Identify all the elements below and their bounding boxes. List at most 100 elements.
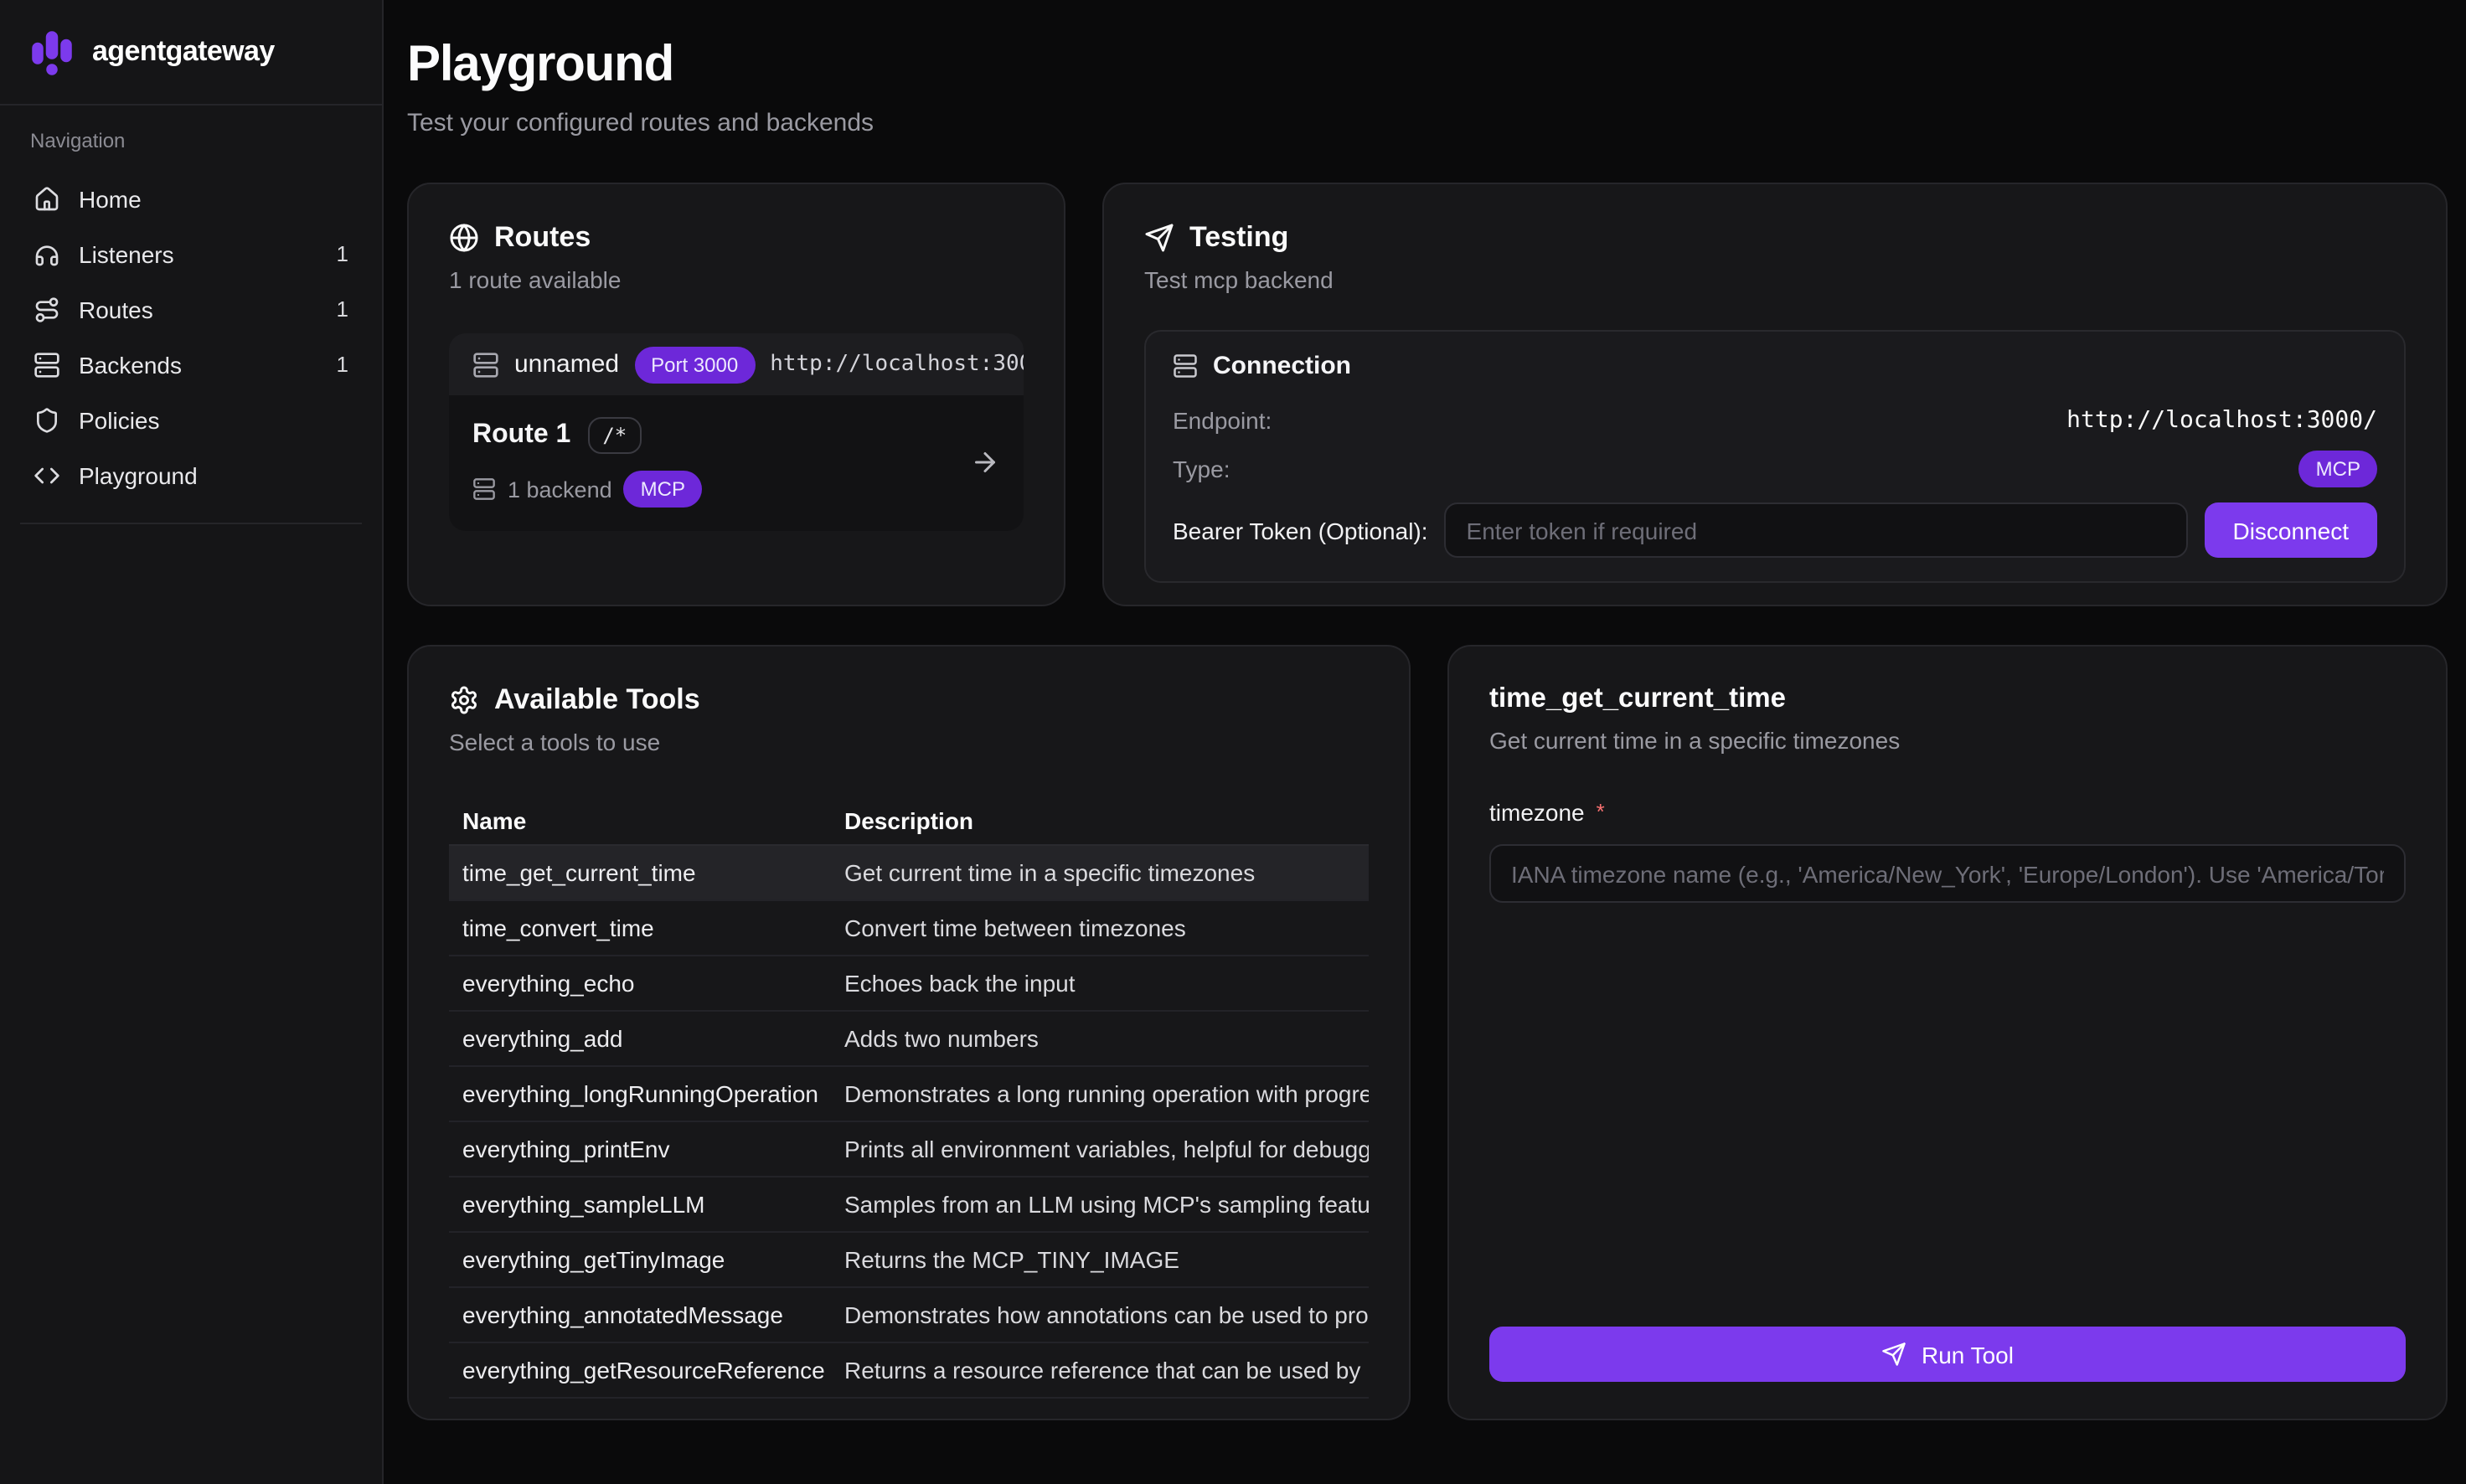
sidebar-item-label: Home <box>79 185 142 212</box>
gear-icon <box>449 685 479 715</box>
sidebar-item-playground[interactable]: Playground <box>20 447 362 502</box>
tools-card-subtitle: Select a tools to use <box>449 729 1369 755</box>
sidebar-item-policies[interactable]: Policies <box>20 392 362 447</box>
headphones-icon <box>34 240 60 267</box>
shield-icon <box>34 406 60 433</box>
main-content: Playground Test your configured routes a… <box>384 0 2466 1484</box>
tool-name-cell: everything_printEnv <box>449 1136 831 1162</box>
tool-desc-cell: Adds two numbers <box>831 1025 1369 1052</box>
route-icon <box>34 296 60 322</box>
sidebar-item-home[interactable]: Home <box>20 171 362 226</box>
brand[interactable]: agentgateway <box>0 0 382 106</box>
connection-title: Connection <box>1213 352 1351 380</box>
server-icon <box>472 351 499 378</box>
route-name: Route 1 <box>472 420 570 451</box>
tools-table: Name Description time_get_current_time G… <box>449 797 1369 1399</box>
routes-card-title: Routes <box>494 221 591 255</box>
sidebar-item-backends[interactable]: Backends 1 <box>20 337 362 392</box>
tools-card: Available Tools Select a tools to use Na… <box>407 645 1411 1420</box>
sidebar-divider <box>20 523 362 524</box>
arrow-right-icon <box>970 447 1000 477</box>
tool-row[interactable]: everything_annotatedMessage Demonstrates… <box>449 1288 1369 1343</box>
column-header-description: Description <box>831 807 1369 834</box>
send-icon <box>1881 1342 1906 1367</box>
endpoint-value: http://localhost:3000/ <box>2066 406 2377 433</box>
tool-row[interactable]: everything_longRunningOperation Demonstr… <box>449 1067 1369 1122</box>
tool-row[interactable]: time_get_current_time Get current time i… <box>449 846 1369 901</box>
sidebar-item-count: 1 <box>337 352 348 377</box>
tool-name-cell: time_get_current_time <box>449 859 831 886</box>
server-icon <box>1173 353 1198 379</box>
tool-name-cell: everything_add <box>449 1025 831 1052</box>
tool-desc-cell: Returns the MCP_TINY_IMAGE <box>831 1246 1369 1273</box>
tool-runner-subtitle: Get current time in a specific timezones <box>1489 727 2406 754</box>
tools-table-header: Name Description <box>449 797 1369 846</box>
bearer-token-label: Bearer Token (Optional): <box>1173 517 1428 544</box>
required-marker: * <box>1597 801 1605 822</box>
tool-name-cell: everything_getTinyImage <box>449 1246 831 1273</box>
app-root: agentgateway Navigation Home Listeners 1 <box>0 0 2466 1484</box>
tool-desc-cell: Prints all environment variables, helpfu… <box>831 1136 1369 1162</box>
sidebar-item-label: Routes <box>79 296 153 322</box>
agentgateway-logo-icon <box>27 27 77 77</box>
tool-desc-cell: Echoes back the input <box>831 970 1369 997</box>
send-icon <box>1144 223 1174 253</box>
tool-desc-cell: Get current time in a specific timezones <box>831 859 1369 886</box>
sidebar-nav: Navigation Home Listeners 1 Routes <box>0 106 382 524</box>
code-icon <box>34 461 60 488</box>
page-subtitle: Test your configured routes and backends <box>407 109 2448 137</box>
tools-card-title: Available Tools <box>494 683 700 717</box>
endpoint-label: Endpoint: <box>1173 406 1272 433</box>
tool-name-cell: everything_getResourceReference <box>449 1357 831 1384</box>
sidebar-item-label: Playground <box>79 461 198 488</box>
disconnect-button[interactable]: Disconnect <box>2204 502 2377 558</box>
routes-card: Routes 1 route available unnamed Port 30… <box>407 183 1065 606</box>
sidebar-item-routes[interactable]: Routes 1 <box>20 281 362 337</box>
tool-row[interactable]: everything_getResourceReference Returns … <box>449 1343 1369 1399</box>
timezone-input[interactable] <box>1489 844 2406 903</box>
tool-row[interactable]: everything_add Adds two numbers <box>449 1012 1369 1067</box>
brand-name: agentgateway <box>92 35 275 69</box>
nav-section-label: Navigation <box>20 129 362 152</box>
tool-desc-cell: Convert time between timezones <box>831 915 1369 941</box>
connection-panel: Connection Endpoint: http://localhost:30… <box>1144 330 2406 583</box>
tool-runner-card: time_get_current_time Get current time i… <box>1447 645 2448 1420</box>
sidebar-item-label: Policies <box>79 406 160 433</box>
page-title: Playground <box>407 37 2448 94</box>
route-item[interactable]: Route 1 /* 1 backend MCP <box>449 395 1024 531</box>
port-badge: Port 3000 <box>634 346 755 383</box>
tool-name-cell: time_convert_time <box>449 915 831 941</box>
routes-card-subtitle: 1 route available <box>449 266 1024 293</box>
testing-card: Testing Test mcp backend Connection Endp… <box>1102 183 2448 606</box>
tool-desc-cell: Samples from an LLM using MCP's sampling… <box>831 1191 1369 1218</box>
house-icon <box>34 185 60 212</box>
type-label: Type: <box>1173 455 1230 482</box>
protocol-badge: MCP <box>624 471 702 508</box>
tool-name-cell: everything_echo <box>449 970 831 997</box>
run-tool-button[interactable]: Run Tool <box>1489 1327 2406 1382</box>
tool-row[interactable]: time_convert_time Convert time between t… <box>449 901 1369 956</box>
route-backend-count: 1 backend <box>508 477 612 502</box>
tool-row[interactable]: everything_sampleLLM Samples from an LLM… <box>449 1177 1369 1233</box>
listener-name: unnamed <box>514 350 619 379</box>
type-badge: MCP <box>2299 450 2377 487</box>
run-tool-label: Run Tool <box>1922 1341 2014 1368</box>
testing-card-subtitle: Test mcp backend <box>1144 266 2406 293</box>
tool-desc-cell: Demonstrates how annotations can be used… <box>831 1301 1369 1328</box>
sidebar-item-listeners[interactable]: Listeners 1 <box>20 226 362 281</box>
tool-name-cell: everything_annotatedMessage <box>449 1301 831 1328</box>
globe-icon <box>449 223 479 253</box>
tool-row[interactable]: everything_printEnv Prints all environme… <box>449 1122 1369 1177</box>
tool-row[interactable]: everything_getTinyImage Returns the MCP_… <box>449 1233 1369 1288</box>
tool-name-cell: everything_sampleLLM <box>449 1191 831 1218</box>
sidebar-item-count: 1 <box>337 241 348 266</box>
tool-name-cell: everything_longRunningOperation <box>449 1080 831 1107</box>
bearer-token-input[interactable] <box>1445 502 2188 558</box>
sidebar-item-count: 1 <box>337 296 348 322</box>
tool-row[interactable]: everything_echo Echoes back the input <box>449 956 1369 1012</box>
listener-group: unnamed Port 3000 http://localhost:3000/… <box>449 333 1024 531</box>
sidebar-item-label: Backends <box>79 351 182 378</box>
route-path-badge: /* <box>587 417 642 454</box>
listener-row: unnamed Port 3000 http://localhost:3000/ <box>449 333 1024 395</box>
tool-desc-cell: Returns a resource reference that can be… <box>831 1357 1369 1384</box>
